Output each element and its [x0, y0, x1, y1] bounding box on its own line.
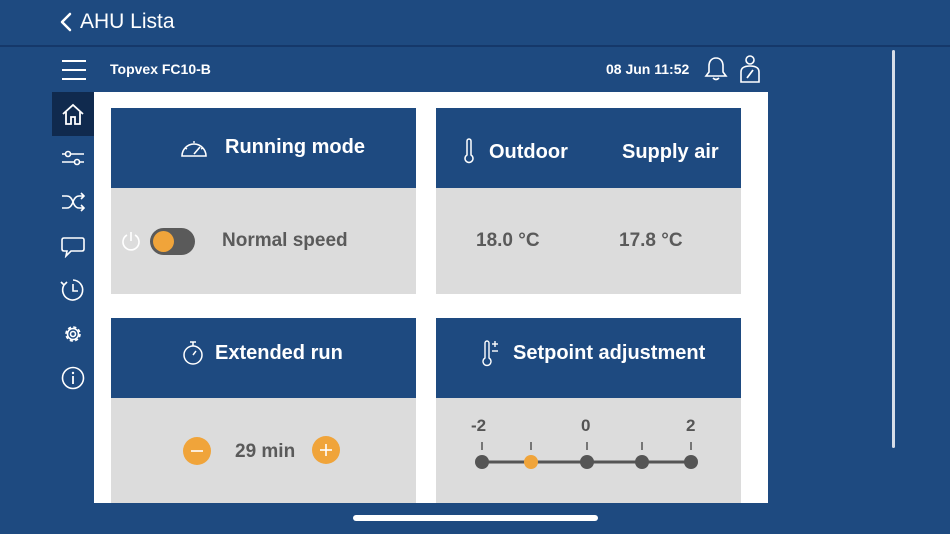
power-icon	[122, 232, 140, 251]
user-button[interactable]	[738, 54, 762, 89]
running-mode-header[interactable]: Running mode	[111, 108, 416, 188]
alarm-button[interactable]	[704, 56, 728, 87]
temperature-header[interactable]: Outdoor Supply air	[436, 108, 741, 188]
toggle-knob	[153, 231, 174, 252]
increase-button[interactable]	[312, 436, 340, 464]
thermometer-plus-minus-icon	[482, 340, 498, 367]
top-navigation-bar: AHU Lista	[0, 0, 950, 44]
technician-icon	[740, 55, 760, 83]
sliders-icon	[62, 150, 84, 166]
app-header: Topvex FC10-B 08 Jun 11:52	[52, 48, 768, 92]
extended-run-header[interactable]: Extended run	[111, 318, 416, 398]
sidebar-item-info[interactable]	[52, 356, 94, 400]
home-indicator[interactable]	[353, 515, 598, 521]
outdoor-label: Outdoor	[489, 141, 568, 163]
scrollbar[interactable]	[892, 50, 895, 448]
sidebar-item-home[interactable]	[52, 92, 94, 136]
setpoint-header[interactable]: Setpoint adjustment	[436, 318, 741, 398]
header-divider	[0, 45, 950, 47]
info-icon	[61, 366, 85, 390]
speedometer-icon	[181, 141, 207, 157]
running-mode-status: Normal speed	[222, 230, 348, 251]
minus-icon	[191, 450, 203, 452]
sidebar-item-messages[interactable]	[52, 224, 94, 268]
temperature-body: 18.0 °C 17.8 °C	[436, 188, 741, 294]
stopwatch-icon	[183, 341, 203, 365]
sidebar-item-flow[interactable]	[52, 180, 94, 224]
bell-icon	[704, 57, 728, 81]
menu-button[interactable]	[62, 58, 86, 82]
shuffle-icon	[62, 192, 85, 212]
dashboard-panel: Running mode Normal speed Outdoor Supply…	[94, 92, 768, 503]
setpoint-slider[interactable]	[436, 398, 741, 503]
hamburger-icon	[62, 60, 86, 80]
plus-icon	[320, 444, 332, 456]
extended-run-body: 29 min	[111, 398, 416, 503]
chevron-left-icon	[60, 12, 72, 32]
extended-run-title: Extended run	[215, 342, 343, 364]
decrease-button[interactable]	[183, 437, 211, 465]
gear-icon	[65, 326, 81, 342]
back-button[interactable]: AHU Lista	[60, 10, 175, 34]
setpoint-body: -2 0 2	[436, 398, 741, 503]
running-mode-toggle[interactable]	[150, 228, 195, 255]
supply-air-label: Supply air	[622, 141, 719, 163]
sidebar-item-config[interactable]	[52, 312, 94, 356]
date-time: 08 Jun 11:52	[606, 61, 690, 77]
running-mode-body: Normal speed	[111, 188, 416, 294]
running-mode-title: Running mode	[225, 136, 365, 158]
supply-air-value: 17.8 °C	[619, 230, 683, 251]
extended-run-value: 29 min	[235, 441, 296, 462]
sidebar	[52, 92, 94, 412]
unit-name: Topvex FC10-B	[110, 61, 211, 77]
home-icon	[62, 103, 84, 125]
outdoor-value: 18.0 °C	[476, 230, 540, 251]
setpoint-title: Setpoint adjustment	[513, 342, 706, 364]
sidebar-item-schedule[interactable]	[52, 268, 94, 312]
back-label: AHU Lista	[80, 10, 175, 33]
sidebar-item-settings-sliders[interactable]	[52, 136, 94, 180]
clock-icon	[60, 279, 84, 301]
thermometer-icon	[464, 138, 474, 164]
chat-icon	[61, 237, 85, 258]
